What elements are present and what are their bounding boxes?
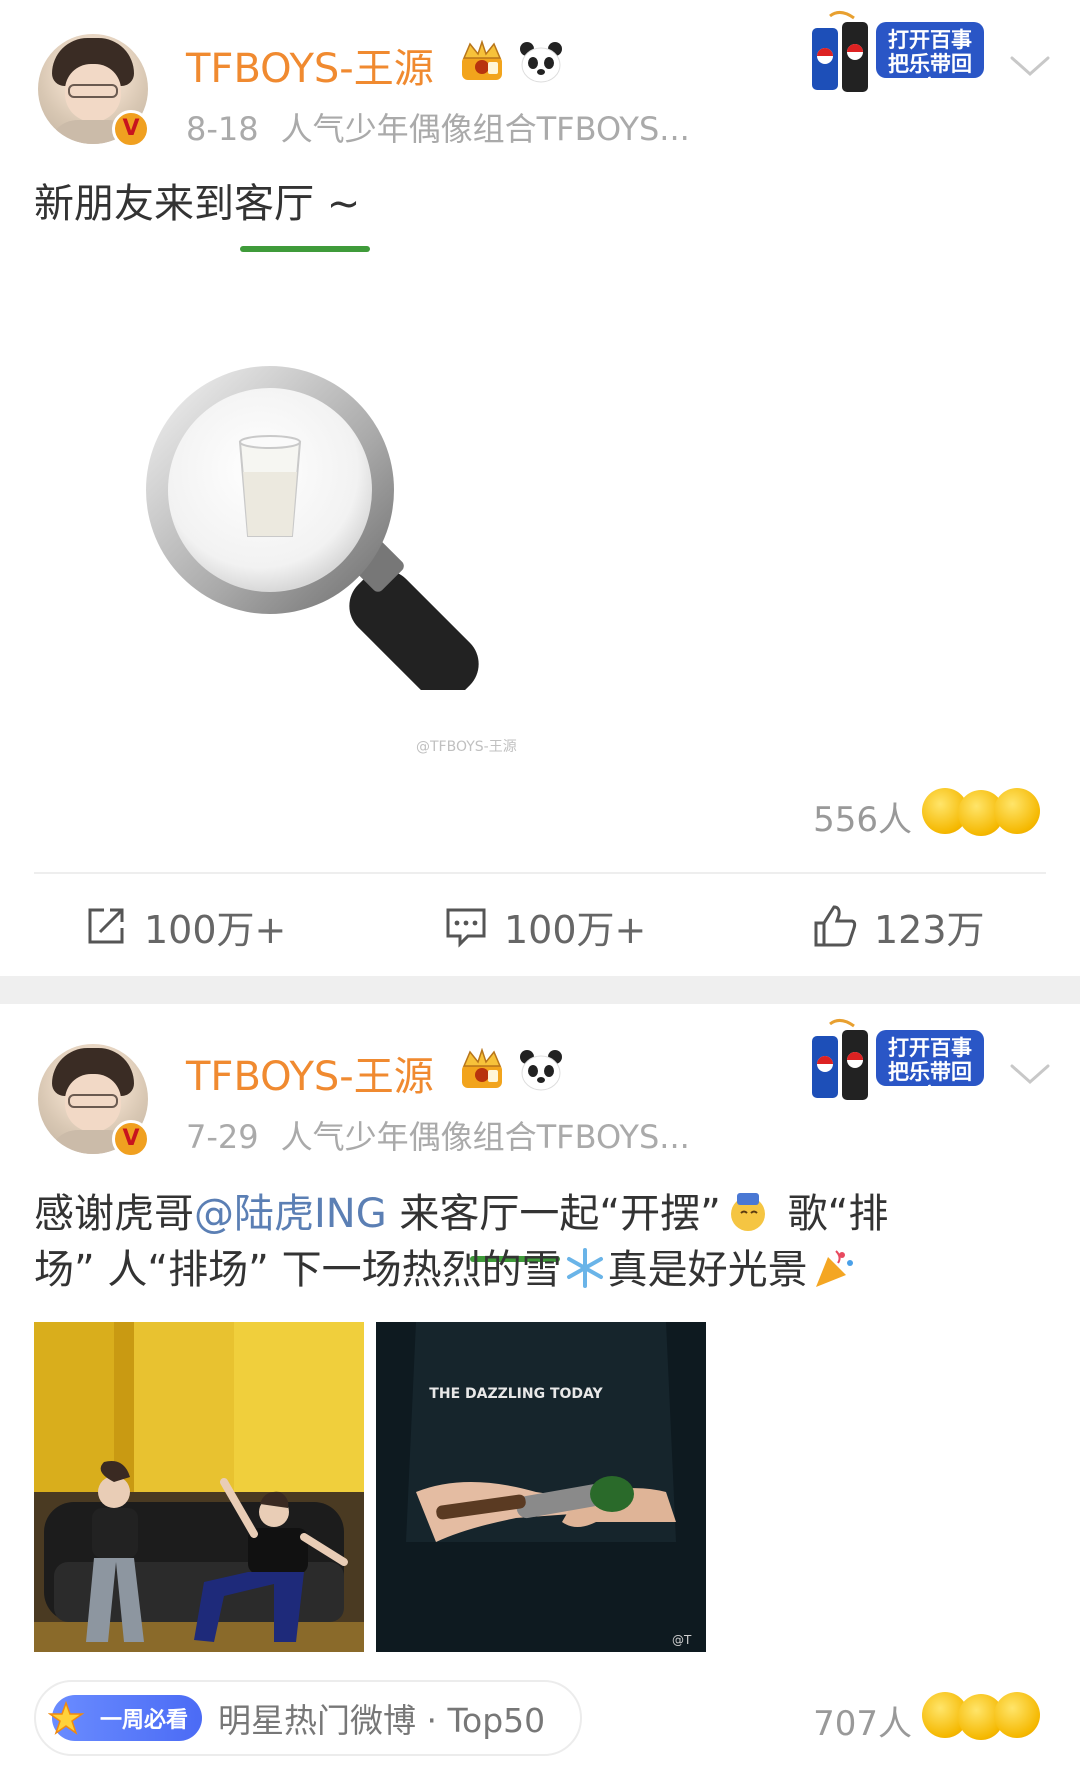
post-text-line2: 场” 人“排场” 下一场热烈的雪 真是好光景 <box>34 1242 856 1298</box>
text-part: 场” 人“排场” 下一场热烈的雪 <box>34 1247 562 1293</box>
share-button[interactable]: 100万+ <box>84 896 286 956</box>
reaction-count[interactable]: 556人 <box>813 792 912 841</box>
username[interactable]: TFBOYS-王源 <box>186 1044 434 1102</box>
share-count: 100万+ <box>144 907 287 952</box>
post-meta: 8-18 人气少年偶像组合TFBOYS... <box>186 104 690 150</box>
chevron-down-icon[interactable] <box>1008 1060 1052 1088</box>
like-icon <box>814 905 857 947</box>
grin-emoji-icon <box>994 1692 1040 1738</box>
handwritten-underline <box>240 246 370 252</box>
text-part: 来客厅一起“开摆” <box>386 1191 721 1237</box>
image-watermark: @TFBOYS-王源 <box>416 739 517 755</box>
magnifier-emoji[interactable] <box>140 360 510 690</box>
crown-icon <box>462 1048 502 1088</box>
post-text-line1: 感谢虎哥@陆虎ING 来客厅一起“开摆” 歌“排 <box>34 1186 888 1242</box>
post-date: 7-29 <box>186 1118 259 1156</box>
panda-icon <box>520 1050 562 1091</box>
feed-separator <box>0 976 1080 1004</box>
comment-icon <box>446 908 486 948</box>
share-icon <box>88 908 124 944</box>
pepsi-ad-banner[interactable]: 打开百事 把乐带回家 <box>810 8 986 100</box>
photo-watermark: @T <box>672 1633 692 1647</box>
text-part: 真是好光景 <box>607 1247 808 1293</box>
shirt-print-text: THE DAZZLING TODAY <box>429 1386 603 1402</box>
ad-text-line1: 打开百事 <box>888 28 972 52</box>
pepsi-ad-banner[interactable]: 打开百事 把乐带回家 <box>810 1016 986 1108</box>
post-meta: 7-29 人气少年偶像组合TFBOYS... <box>186 1112 690 1158</box>
weekly-badge-text: 一周必看 <box>99 1708 188 1733</box>
verified-badge-icon: V <box>112 1120 150 1158</box>
star-icon <box>48 1701 85 1735</box>
text-part: 歌“排 <box>774 1191 889 1237</box>
verified-badge-icon: V <box>112 110 150 148</box>
like-button[interactable]: 123万 <box>812 896 985 956</box>
post-date: 8-18 <box>186 110 259 148</box>
post-source[interactable]: 人气少年偶像组合TFBOYS... <box>281 110 690 148</box>
chevron-down-icon[interactable] <box>1008 52 1052 80</box>
grin-emoji-icon <box>994 788 1040 834</box>
username[interactable]: TFBOYS-王源 <box>186 36 434 94</box>
feed-post-2: V TFBOYS-王源 7-29 人气少年偶像组合TFBOYS... 打开百事 把… <box>0 1004 1080 1792</box>
weekly-text: 明星热门微博 · Top50 <box>218 1701 546 1740</box>
post-photo-2[interactable]: THE DAZZLING TODAY @T <box>376 1322 706 1652</box>
mention-link[interactable]: @陆虎ING <box>194 1191 387 1237</box>
like-count: 123万 <box>874 907 985 952</box>
weekly-badge: 一周必看 <box>48 1695 202 1741</box>
comment-button[interactable]: 100万+ <box>444 896 646 956</box>
weekly-hot-banner[interactable]: 一周必看 明星热门微博 · Top50 <box>34 1680 582 1756</box>
ad-text-line1: 打开百事 <box>888 1036 972 1060</box>
sleeping-emoji-icon <box>730 1193 765 1231</box>
feed-post-1: V TFBOYS-王源 8-18 人气少年偶像组合TFBOYS... 打开百事 把… <box>0 0 1080 976</box>
panda-icon <box>520 42 562 83</box>
text-part: 感谢虎哥 <box>34 1191 194 1237</box>
snowflake-icon <box>566 1248 603 1288</box>
post-source[interactable]: 人气少年偶像组合TFBOYS... <box>281 1118 690 1156</box>
divider <box>34 872 1046 874</box>
ad-text-line2: 把乐带回家 <box>888 1060 972 1108</box>
comment-count: 100万+ <box>504 907 647 952</box>
crown-icon <box>462 40 502 80</box>
reaction-count[interactable]: 707人 <box>813 1696 912 1745</box>
post-photo-1[interactable] <box>34 1322 364 1652</box>
post-text: 新朋友来到客厅 ~ <box>34 181 361 227</box>
party-popper-icon <box>815 1250 853 1287</box>
ad-text-line2: 把乐带回家 <box>888 52 972 100</box>
